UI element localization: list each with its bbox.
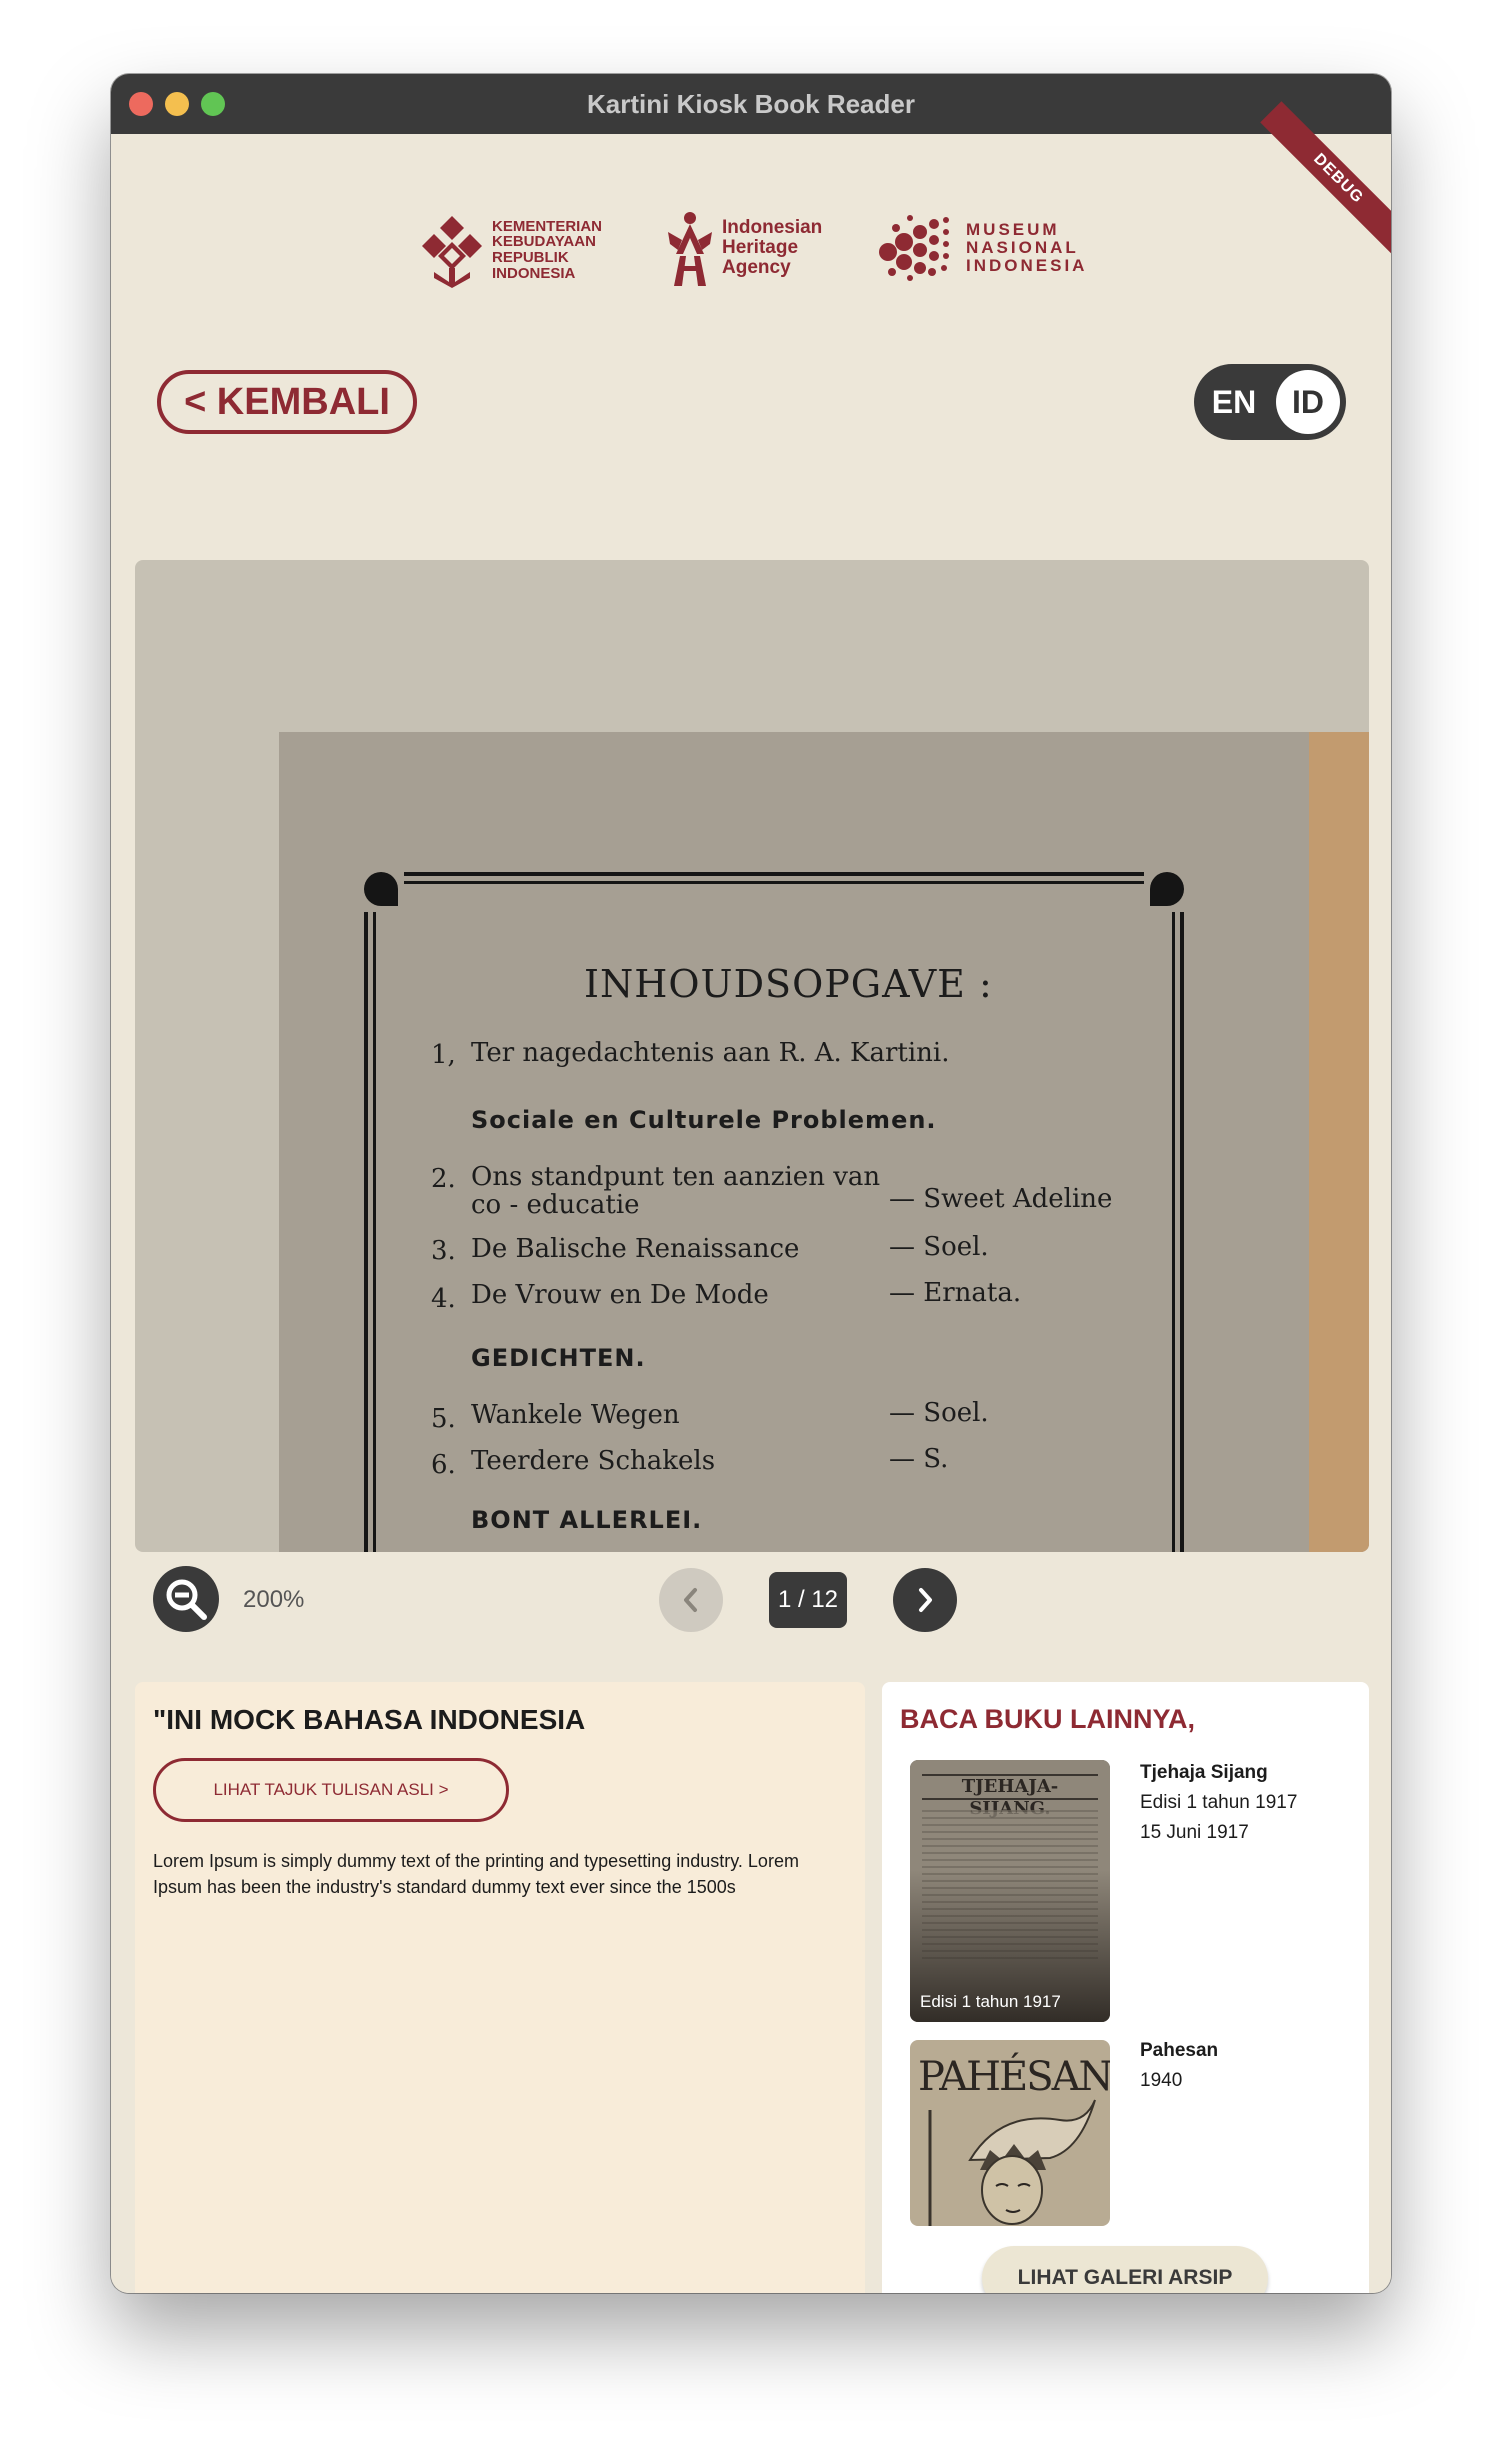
heritage-agency-emblem-icon	[668, 212, 712, 286]
zoom-level-label: 200%	[243, 1586, 305, 1613]
maximize-window-button[interactable]	[201, 92, 225, 116]
toc-section-heading: Sociale en Culturele Problemen.	[471, 1106, 937, 1134]
toc-item-title: De Balische Renaissance	[471, 1234, 800, 1264]
book-meta-tjehaja-sijang[interactable]: Tjehaja Sijang Edisi 1 tahun 1917 15 Jun…	[1140, 1758, 1297, 1848]
book-page-viewer[interactable]: INHOUDSOPGAVE : 1, Ter nagedachtenis aan…	[135, 560, 1369, 1552]
toc-item-number: 2.	[431, 1164, 456, 1194]
toc-item-title: Ter nagedachtenis aan R. A. Kartini.	[471, 1038, 950, 1068]
other-books-title: BACA BUKU LAINNYA,	[900, 1704, 1196, 1734]
titlebar: Kartini Kiosk Book Reader	[111, 74, 1391, 134]
toc-item-author: — Sweet Adeline	[889, 1184, 1113, 1214]
book-name: Pahesan	[1140, 2040, 1219, 2061]
logo-text-line: Heritage	[722, 237, 799, 259]
toc-item-title: Ons standpunt ten aanzien van	[471, 1162, 881, 1192]
toc-title: INHOUDSOPGAVE :	[584, 962, 993, 1006]
next-page-button[interactable]	[893, 1568, 957, 1632]
page-indicator: 1 / 12	[769, 1572, 847, 1628]
window-title: Kartini Kiosk Book Reader	[587, 88, 915, 119]
header-logos: KEMENTERIAN KEBUDAYAAN REPUBLIK INDONESI…	[111, 204, 1391, 304]
museum-emblem-icon	[879, 215, 949, 281]
toc-item-title: De Vrouw en De Mode	[471, 1280, 769, 1310]
toc-item-author: — Ernata.	[889, 1278, 1022, 1308]
toc-item-title-continued: co - educatie	[471, 1190, 640, 1220]
zoom-out-icon	[166, 1579, 207, 1620]
cover-masthead: TJEHAJA-SIJANG.	[922, 1774, 1098, 1819]
museum-logo: MUSEUM NASIONAL INDONESIA	[876, 212, 1087, 284]
logo-text-line: KEBUDAYAAN	[492, 233, 596, 251]
chevron-right-icon	[919, 1588, 932, 1612]
app-window: Kartini Kiosk Book Reader DEBUG KEMENTER…	[111, 74, 1391, 2293]
kementerian-emblem-icon	[422, 216, 482, 288]
logo-text-line: REPUBLIK	[492, 249, 569, 266]
logo-text-line: INDONESIA	[492, 264, 576, 282]
toc-item-number: 3.	[431, 1236, 456, 1266]
logo-text-line: KEMENTERIAN	[492, 217, 603, 235]
back-button[interactable]: < KEMBALI	[157, 370, 417, 434]
toc-item-number: 5.	[431, 1404, 456, 1434]
archive-gallery-button[interactable]: LIHAT GALERI ARSIP	[982, 2246, 1268, 2293]
logo-text-line: Indonesian	[722, 217, 823, 239]
lang-en-option[interactable]: EN	[1194, 384, 1274, 421]
lang-id-option[interactable]: ID	[1276, 370, 1340, 434]
book-meta-pahesan[interactable]: Pahesan 1940	[1140, 2036, 1218, 2096]
toc-item-title: Teerdere Schakels	[471, 1446, 716, 1476]
book-cover-tjehaja-sijang[interactable]: TJEHAJA-SIJANG. Edisi 1 tahun 1917	[910, 1760, 1110, 2022]
book-edition: Edisi 1 tahun 1917	[1140, 1792, 1298, 1813]
table-of-contents: INHOUDSOPGAVE : 1, Ter nagedachtenis aan…	[279, 732, 1369, 1552]
toc-item-author: — Soel.	[889, 1232, 989, 1262]
app-content: DEBUG KEMENTERIAN KEBUDAYAAN REPUBLIK IN…	[111, 101, 1391, 2293]
logo-text-line: INDONESIA	[966, 255, 1088, 275]
kementerian-logo: KEMENTERIAN KEBUDAYAAN REPUBLIK INDONESI…	[420, 212, 602, 288]
minimize-window-button[interactable]	[165, 92, 189, 116]
article-info-panel: "INI MOCK BAHASA INDONESIA LIHAT TAJUK T…	[135, 1682, 865, 2293]
view-original-button[interactable]: LIHAT TAJUK TULISAN ASLI >	[153, 1758, 509, 1822]
other-books-panel: BACA BUKU LAINNYA, TJEHAJA-SIJANG. Edisi…	[882, 1682, 1369, 2293]
toc-item-number: 4.	[431, 1284, 456, 1314]
zoom-out-button[interactable]	[153, 1566, 219, 1632]
book-name: Tjehaja Sijang	[1140, 1762, 1268, 1783]
toc-section-heading: BONT ALLERLEI.	[471, 1506, 703, 1534]
book-year: 1940	[1140, 2070, 1183, 2091]
logo-text-line: Agency	[722, 256, 791, 278]
toc-item-author: — S.	[889, 1444, 949, 1474]
toc-item-title: Wankele Wegen	[471, 1400, 680, 1430]
book-cover-pahesan[interactable]: PAHÉSAN	[910, 2040, 1110, 2226]
toc-item-number: 1,	[431, 1040, 456, 1070]
toc-item-number: 6.	[431, 1450, 456, 1480]
toc-section-heading: GEDICHTEN.	[471, 1344, 646, 1372]
previous-page-button[interactable]	[659, 1568, 723, 1632]
book-page-scan: INHOUDSOPGAVE : 1, Ter nagedachtenis aan…	[279, 732, 1369, 1552]
logo-text-line: MUSEUM	[966, 220, 1060, 240]
language-toggle[interactable]: EN ID	[1194, 364, 1346, 440]
close-window-button[interactable]	[129, 92, 153, 116]
article-description: Lorem Ipsum is simply dummy text of the …	[153, 1851, 799, 1897]
article-title: "INI MOCK BAHASA INDONESIA	[153, 1704, 586, 1735]
heritage-agency-logo: Indonesian Heritage Agency	[666, 210, 822, 286]
book-date: 15 Juni 1917	[1140, 1822, 1249, 1843]
cover-illustration	[928, 2099, 1096, 2226]
toc-item-author: — Soel.	[889, 1398, 989, 1428]
book-cover-caption: Edisi 1 tahun 1917	[920, 1992, 1061, 2011]
chevron-left-icon	[684, 1588, 697, 1612]
logo-text-line: NASIONAL	[966, 238, 1079, 258]
